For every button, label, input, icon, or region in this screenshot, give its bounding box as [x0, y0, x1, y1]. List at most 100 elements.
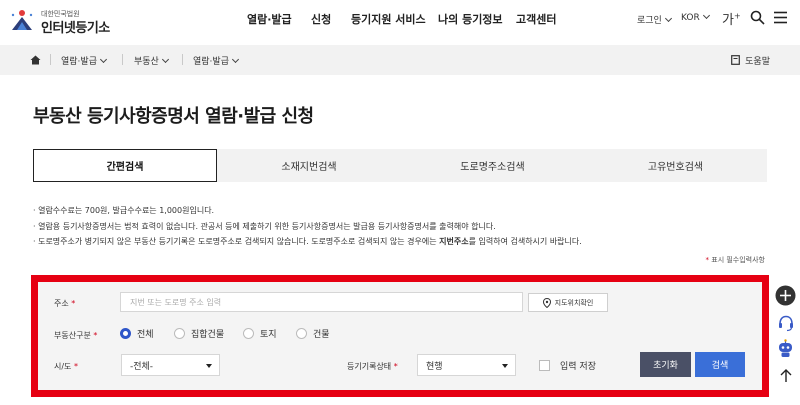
nav-my-info[interactable]: 나의 등기정보 [438, 11, 503, 27]
region-select-value: -전체- [130, 361, 154, 372]
chevron-down-icon [664, 14, 672, 23]
nav-apply[interactable]: 신청 [311, 11, 331, 27]
radio-label: 집합건물 [191, 330, 225, 340]
page-title: 부동산 등기사항증명서 열람·발급 신청 [33, 106, 314, 127]
radio-type-all[interactable]: 전체 [120, 327, 154, 340]
site-logo[interactable]: 대한민국법원 인터넷등기소 [8, 6, 118, 36]
radio-selected-icon [120, 328, 131, 339]
required-star: * [71, 299, 76, 308]
radio-unselected-icon [174, 328, 185, 339]
top-header: 대한민국법원 인터넷등기소 열람·발급 신청 등기지원 서비스 나의 등기정보 … [0, 0, 800, 40]
chevron-down-icon [702, 11, 710, 20]
required-note: * 표시 필수입력사항 [706, 255, 765, 265]
breadcrumb-item-view-issue-2[interactable]: 열람·발급 [193, 54, 240, 67]
search-button[interactable]: 검색 [695, 352, 745, 377]
court-logo-icon [11, 10, 33, 30]
hamburger-menu-icon[interactable] [773, 11, 788, 24]
nav-support-service[interactable]: 등기지원 서비스 [351, 11, 426, 27]
breadcrumb-item-label: 열람·발급 [193, 57, 229, 67]
language-dropdown[interactable]: KOR [681, 11, 710, 23]
breadcrumb-divider [50, 54, 51, 65]
record-status-select[interactable]: 현행 [417, 354, 516, 376]
login-label: 로그인 [637, 16, 662, 26]
required-star: * [393, 362, 398, 371]
radio-unselected-icon [296, 328, 307, 339]
font-size-button[interactable]: 가+ [722, 9, 741, 28]
chevron-down-icon [161, 55, 169, 64]
radio-type-building[interactable]: 건물 [296, 327, 330, 340]
save-input-label: 입력 저장 [560, 362, 596, 372]
record-status-label: 등기기록상태 * [347, 361, 398, 372]
nav-customer-center[interactable]: 고객센터 [516, 11, 556, 27]
breadcrumb: 열람·발급 부동산 열람·발급 도움말 [0, 45, 800, 75]
address-label: 주소 * [54, 298, 75, 309]
region-label: 시/도 * [54, 361, 78, 372]
arrow-up-icon [780, 369, 791, 382]
plus-circle-icon [775, 285, 796, 306]
radio-type-land[interactable]: 토지 [243, 327, 277, 340]
property-type-label-text: 부동산구분 [54, 331, 91, 340]
save-input-checkbox[interactable]: 입력 저장 [539, 359, 596, 372]
logo-title: 인터넷등기소 [41, 21, 110, 36]
robot-icon [779, 339, 792, 357]
property-type-label: 부동산구분 * [54, 330, 97, 341]
checkbox-icon [539, 360, 550, 371]
radio-label: 건물 [313, 330, 330, 340]
customer-support-button[interactable] [775, 312, 796, 333]
tab-simple-search[interactable]: 간편검색 [33, 149, 217, 182]
chevron-down-icon [231, 55, 240, 64]
required-star: * [93, 331, 98, 340]
breadcrumb-item-real-estate[interactable]: 부동산 [134, 54, 169, 67]
quick-menu-button[interactable] [775, 285, 796, 306]
map-location-button[interactable]: 지도위치확인 [528, 293, 608, 312]
address-input[interactable]: 지번 또는 도로명 주소 입력 [120, 292, 523, 312]
tab-road-address-search[interactable]: 도로명주소검색 [401, 149, 584, 182]
dropdown-arrow-icon [206, 364, 212, 368]
search-tabs: 간편검색 소재지번검색 도로명주소검색 고유번호검색 [33, 149, 767, 182]
required-note-text: 표시 필수입력사항 [711, 256, 765, 264]
address-label-text: 주소 [54, 299, 69, 308]
headset-icon [778, 315, 793, 331]
map-pin-icon [542, 297, 551, 308]
region-select[interactable]: -전체- [121, 354, 220, 376]
required-star: * [73, 362, 78, 371]
help-button[interactable]: 도움말 [731, 54, 770, 67]
reset-button[interactable]: 초기화 [640, 352, 691, 377]
record-status-label-text: 등기기록상태 [347, 362, 392, 371]
radio-label: 토지 [260, 330, 277, 340]
tab-lot-address-search[interactable]: 소재지번검색 [217, 149, 401, 182]
radio-type-collective-building[interactable]: 집합건물 [174, 327, 224, 340]
nav-view-issue[interactable]: 열람·발급 [247, 11, 292, 27]
note-fee: · 열람수수료는 700원, 발급수수료는 1,000원입니다. [33, 206, 215, 215]
record-status-select-value: 현행 [426, 361, 443, 372]
search-icon[interactable] [750, 10, 765, 25]
breadcrumb-item-label: 부동산 [134, 57, 159, 67]
map-location-label: 지도위치확인 [554, 298, 594, 307]
breadcrumb-item-label: 열람·발급 [61, 57, 97, 67]
chatbot-button[interactable] [775, 338, 796, 359]
help-label: 도움말 [745, 57, 770, 67]
dropdown-arrow-icon [502, 364, 508, 368]
required-star: * [705, 256, 710, 264]
login-dropdown[interactable]: 로그인 [637, 13, 672, 26]
tab-unique-number-search[interactable]: 고유번호검색 [584, 149, 767, 182]
document-icon [731, 55, 741, 65]
region-label-text: 시/도 [54, 362, 72, 371]
breadcrumb-divider [182, 54, 183, 65]
radio-label: 전체 [137, 330, 154, 340]
language-label: KOR [681, 13, 700, 23]
note-road-address-tail: 를 입력하여 검색하시기 바랍니다. [468, 237, 582, 246]
breadcrumb-divider [122, 54, 123, 65]
breadcrumb-item-view-issue[interactable]: 열람·발급 [61, 54, 108, 67]
note-road-address-bold: 지번주소 [439, 237, 469, 246]
note-road-address-text: · 도로명주소가 병기되지 않은 부동산 등기기록은 도로명주소로 검색되지 않… [33, 237, 440, 246]
note-road-address: · 도로명주소가 병기되지 않은 부동산 등기기록은 도로명주소로 검색되지 않… [33, 234, 582, 250]
home-icon[interactable] [30, 55, 41, 65]
info-notes: · 열람수수료는 700원, 발급수수료는 1,000원입니다. · 열람용 등… [33, 203, 582, 250]
font-size-plus: + [733, 11, 741, 21]
chevron-down-icon [99, 55, 108, 64]
font-size-label: 가 [722, 13, 734, 28]
radio-unselected-icon [243, 328, 254, 339]
scroll-top-button[interactable] [775, 365, 796, 386]
note-legal-effect: · 열람용 등기사항증명서는 법적 효력이 없습니다. 관공서 등에 제출하기 … [33, 221, 496, 231]
